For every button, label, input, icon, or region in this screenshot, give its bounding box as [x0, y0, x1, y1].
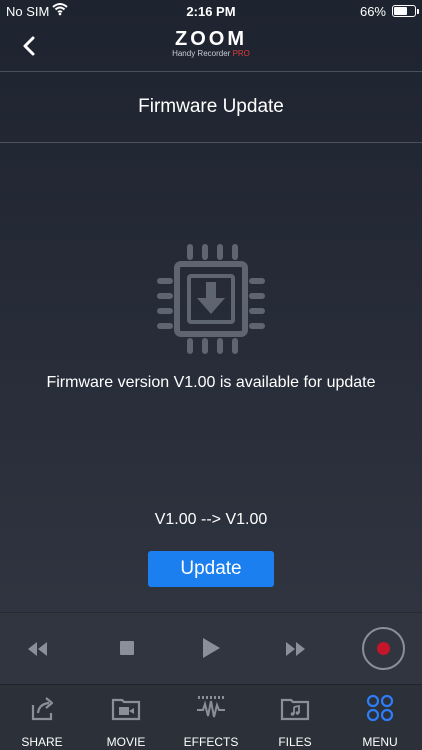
tab-menu[interactable]: MENU [338, 685, 422, 750]
logo-subtitle: Handy Recorder PRO [172, 49, 250, 58]
tab-bar: SHARE MOVIE EFFECTS FILES MENU [0, 684, 422, 750]
page-title: Firmware Update [138, 96, 284, 117]
firmware-chip-icon [157, 244, 265, 354]
status-time: 2:16 PM [186, 4, 236, 19]
stop-button[interactable] [118, 639, 136, 662]
tab-label: EFFECTS [183, 735, 239, 749]
tab-label: MENU [362, 735, 398, 749]
battery-icon [392, 5, 419, 17]
tab-label: FILES [278, 735, 312, 749]
rewind-button[interactable] [26, 639, 50, 664]
update-button[interactable]: Update [148, 551, 274, 587]
tab-files[interactable]: FILES [253, 685, 337, 750]
battery-percent: 66% [359, 4, 386, 19]
menu-grid-icon [366, 694, 394, 722]
title-bar: Firmware Update [0, 72, 422, 143]
tab-share[interactable]: SHARE [0, 685, 84, 750]
version-compare: V1.00 --> V1.00 [154, 511, 268, 528]
tab-label: MOVIE [106, 735, 146, 749]
fast-forward-icon [286, 642, 305, 656]
fast-forward-button[interactable] [283, 639, 307, 664]
tab-effects[interactable]: EFFECTS [169, 685, 253, 750]
movie-folder-icon [111, 698, 141, 721]
update-message: Firmware version V1.00 is available for … [46, 374, 376, 391]
nav-bar: ZOOM Handy Recorder PRO [0, 24, 422, 72]
rewind-icon [28, 642, 47, 656]
record-button[interactable] [362, 627, 405, 670]
logo-brand: ZOOM [175, 28, 247, 50]
transport-controls [0, 612, 422, 684]
tab-movie[interactable]: MOVIE [84, 685, 168, 750]
effects-icon [197, 696, 225, 718]
status-bar: No SIM 2:16 PM 66% [0, 0, 422, 24]
tab-label: SHARE [21, 735, 63, 749]
record-icon [377, 642, 390, 655]
play-button[interactable] [200, 635, 222, 666]
zoom-logo: ZOOM Handy Recorder PRO [0, 28, 422, 58]
play-icon [203, 638, 220, 658]
share-icon [31, 697, 54, 721]
files-folder-icon [280, 698, 310, 721]
stop-icon [120, 641, 134, 655]
